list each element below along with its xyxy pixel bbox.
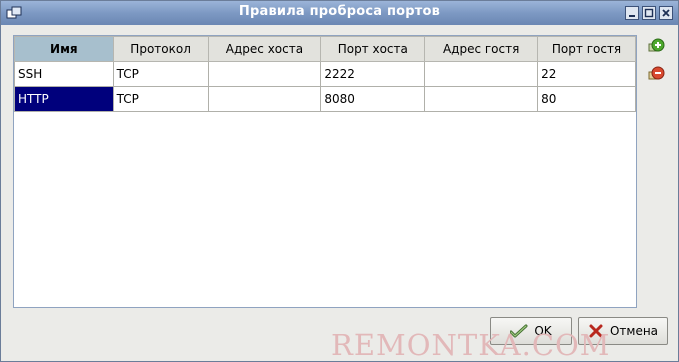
port-forwarding-dialog: Правила проброса портов Имя Протокол Адр… (0, 0, 679, 362)
cell-protocol[interactable]: TCP (112, 86, 209, 112)
cell-guest-address[interactable] (424, 61, 539, 87)
column-header-guest-port[interactable]: Порт гостя (537, 36, 636, 62)
cancel-button[interactable]: Отмена (578, 317, 668, 345)
remove-rule-button[interactable] (646, 64, 666, 84)
table-header-row: Имя Протокол Адрес хоста Порт хоста Адре… (14, 36, 636, 62)
column-header-protocol[interactable]: Протокол (112, 36, 209, 62)
cancel-label: Отмена (609, 324, 659, 338)
add-rule-button[interactable] (646, 37, 666, 57)
close-button[interactable] (659, 6, 673, 20)
cell-guest-port[interactable]: 80 (537, 86, 636, 112)
column-header-guest-address[interactable]: Адрес гостя (424, 36, 539, 62)
window-title: Правила проброса портов (238, 4, 441, 19)
title-bar[interactable]: Правила проброса портов (1, 1, 678, 25)
ok-label: OK (534, 324, 552, 338)
cell-name[interactable]: HTTP (14, 86, 114, 112)
column-header-name[interactable]: Имя (14, 36, 114, 62)
cell-host-address[interactable] (207, 61, 322, 87)
cell-guest-port[interactable]: 22 (537, 61, 636, 87)
cell-host-port[interactable]: 2222 (320, 61, 426, 87)
column-header-host-address[interactable]: Адрес хоста (207, 36, 322, 62)
column-header-host-port[interactable]: Порт хоста (320, 36, 426, 62)
ok-button[interactable]: OK (490, 317, 572, 345)
table-row[interactable]: SSH TCP 2222 22 (14, 61, 636, 87)
minimize-button[interactable] (625, 6, 639, 20)
maximize-button[interactable] (642, 6, 656, 20)
add-rule-icon (648, 38, 665, 52)
cell-guest-address[interactable] (424, 86, 539, 112)
cell-name[interactable]: SSH (14, 61, 114, 87)
port-rules-table[interactable]: Имя Протокол Адрес хоста Порт хоста Адре… (13, 35, 637, 308)
cancel-x-icon (589, 324, 603, 338)
table-row[interactable]: HTTP TCP 8080 80 (14, 86, 636, 112)
cell-protocol[interactable]: TCP (112, 61, 209, 87)
cell-host-address[interactable] (207, 86, 322, 112)
remove-rule-icon (648, 66, 665, 80)
cell-host-port[interactable]: 8080 (320, 86, 426, 112)
ok-check-icon (510, 324, 528, 338)
